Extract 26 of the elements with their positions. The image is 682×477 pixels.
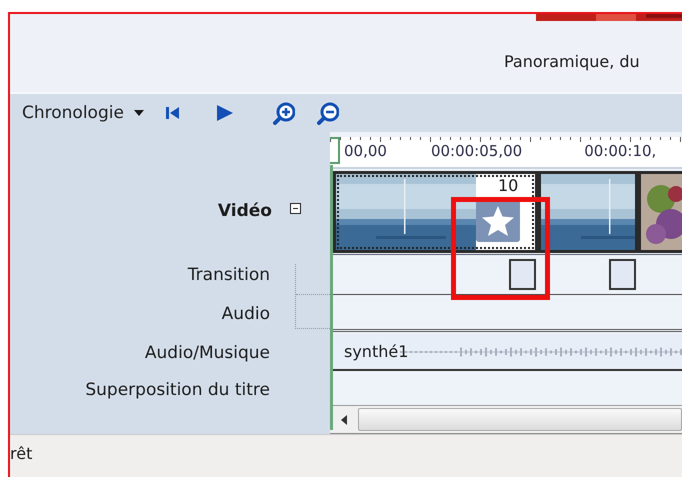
time-label: 00:00:10, <box>584 142 656 160</box>
caret-icon <box>134 110 144 116</box>
scroll-left-button[interactable] <box>330 406 358 434</box>
play-icon[interactable] <box>216 105 233 121</box>
status-text: rêt <box>10 444 32 463</box>
skip-back-icon[interactable] <box>166 107 179 119</box>
zoom-in-icon[interactable] <box>272 102 295 124</box>
video-clip[interactable]: 10 <box>333 170 538 253</box>
track-label: Transition <box>188 265 270 285</box>
track-label: Audio/Musique <box>144 342 270 362</box>
scrollbar-thumb[interactable] <box>358 408 682 432</box>
view-dropdown[interactable]: Chronologie <box>22 103 144 123</box>
track-label: Audio <box>222 304 270 324</box>
collapse-icon[interactable] <box>290 202 301 214</box>
track-label: Vidéo <box>218 201 272 221</box>
track-label: Superposition du titre <box>85 380 270 400</box>
time-label: 00,00 <box>344 142 387 160</box>
time-label: 00:00:05,00 <box>430 142 522 160</box>
audio-clip-name[interactable]: synthé1 <box>344 342 408 362</box>
clip-duration: 10 <box>498 178 518 194</box>
transition-slot[interactable] <box>609 259 636 290</box>
subtitle-text: Panoramique, du <box>504 52 641 71</box>
zoom-out-icon[interactable] <box>316 102 339 124</box>
arrow-left-icon <box>341 414 347 425</box>
playhead-marker[interactable] <box>330 137 340 164</box>
transition-slot[interactable] <box>509 259 536 290</box>
